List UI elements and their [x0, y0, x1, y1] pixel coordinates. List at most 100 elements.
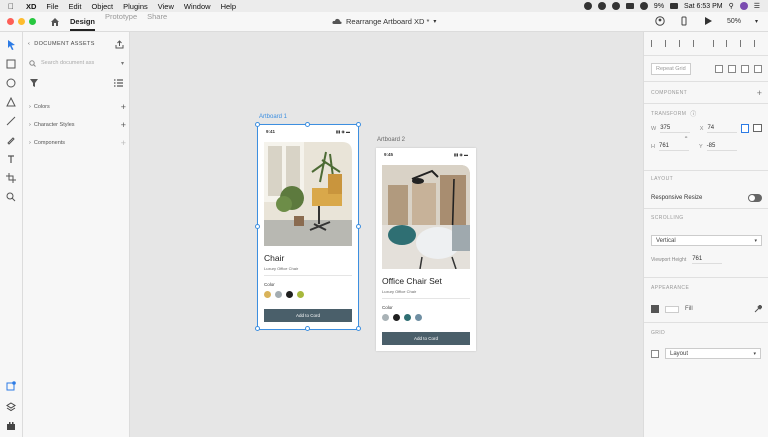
resize-handle[interactable]	[255, 224, 260, 229]
menu-object[interactable]: Object	[87, 2, 119, 11]
pen-tool-icon[interactable]	[5, 134, 17, 146]
align-middle-icon[interactable]	[726, 40, 734, 47]
resize-handle[interactable]	[255, 122, 260, 127]
plugins-panel-icon[interactable]	[5, 420, 17, 432]
apple-menu-icon[interactable]: 	[0, 2, 22, 11]
landscape-orientation-icon[interactable]	[753, 124, 762, 132]
menu-window[interactable]: Window	[180, 2, 217, 11]
repeat-grid-button[interactable]: Repeat Grid	[651, 63, 691, 75]
y-field[interactable]: -85	[706, 143, 737, 151]
line-tool-icon[interactable]	[5, 115, 17, 127]
design-canvas[interactable]: Artboard 1 9:41 ▮▮ ◉ ▬ Chair Luxury Offi…	[130, 32, 643, 437]
add-to-cart-button[interactable]: Add to Cord	[382, 332, 470, 345]
device-preview-icon[interactable]	[679, 16, 689, 26]
polygon-tool-icon[interactable]	[5, 96, 17, 108]
resize-handle[interactable]	[255, 326, 260, 331]
boolean-subtract-icon[interactable]	[728, 65, 736, 73]
home-icon[interactable]	[50, 17, 60, 27]
assets-section-components[interactable]: › Components +	[29, 138, 126, 148]
resize-handle[interactable]	[305, 122, 310, 127]
scroll-direction-select[interactable]: Vertical ▾	[651, 235, 762, 246]
assets-panel-icon[interactable]	[5, 380, 17, 392]
align-left-icon[interactable]	[651, 40, 659, 47]
filter-icon[interactable]	[30, 79, 38, 87]
status-cloud-icon[interactable]	[583, 2, 592, 10]
add-component-icon[interactable]: +	[757, 88, 762, 98]
status-dropbox-icon[interactable]	[597, 2, 606, 10]
lock-aspect-icon[interactable]: ⚭	[684, 135, 688, 141]
battery-icon[interactable]	[670, 3, 679, 9]
distribute-v-icon[interactable]	[754, 40, 762, 47]
distribute-h-icon[interactable]	[692, 40, 701, 47]
share-user-icon[interactable]	[655, 16, 665, 26]
rectangle-tool-icon[interactable]	[5, 58, 17, 70]
menu-help[interactable]: Help	[217, 2, 242, 11]
ellipse-tool-icon[interactable]	[5, 77, 17, 89]
width-field[interactable]: 375	[660, 125, 690, 133]
eyedropper-icon[interactable]	[754, 305, 762, 313]
add-component-icon[interactable]: +	[121, 138, 126, 148]
upload-icon[interactable]	[115, 40, 124, 49]
document-title[interactable]: Rearrange Artboard XD * ▾	[332, 17, 436, 26]
tab-prototype[interactable]: Prototype	[105, 12, 137, 31]
zoom-level[interactable]: 50%	[727, 18, 741, 25]
info-icon[interactable]: ⓘ	[690, 109, 696, 118]
tab-design[interactable]: Design	[70, 12, 96, 31]
list-view-icon[interactable]	[114, 79, 123, 87]
fill-checkbox[interactable]	[651, 305, 659, 313]
zoom-tool-icon[interactable]	[5, 191, 17, 203]
status-wifi-icon[interactable]	[639, 2, 648, 10]
search-icon[interactable]: ⚲	[729, 2, 734, 10]
viewport-height-field[interactable]: 761	[692, 256, 723, 264]
artboard-2[interactable]: 9:45 ▮▮ ◉ ▬ Office Chair Set Luxury Offi	[376, 148, 476, 351]
boolean-exclude-icon[interactable]	[754, 65, 762, 73]
add-character-style-icon[interactable]: +	[121, 120, 126, 130]
align-bottom-icon[interactable]	[740, 40, 748, 47]
status-display-icon[interactable]	[625, 3, 634, 9]
add-color-icon[interactable]: +	[121, 102, 126, 112]
user-icon[interactable]	[739, 2, 748, 10]
back-chevron-icon[interactable]: ‹	[28, 41, 30, 47]
clock[interactable]: Sat 6:53 PM	[684, 3, 723, 10]
align-top-icon[interactable]	[712, 40, 721, 47]
assets-search-input[interactable]: Search document ass	[41, 60, 94, 66]
menu-edit[interactable]: Edit	[65, 2, 88, 11]
x-field[interactable]: 74	[707, 125, 737, 133]
maximize-window-icon[interactable]	[29, 18, 36, 25]
close-window-icon[interactable]	[7, 18, 14, 25]
grid-checkbox[interactable]	[651, 349, 659, 358]
swatch-black[interactable]	[393, 314, 400, 321]
portrait-orientation-icon[interactable]	[741, 124, 749, 133]
artboard-tool-icon[interactable]	[5, 172, 17, 184]
menu-app-name[interactable]: XD	[22, 2, 42, 11]
layers-panel-icon[interactable]	[5, 401, 17, 413]
search-chevron-icon[interactable]: ▾	[121, 60, 124, 67]
grid-type-select[interactable]: Layout ▾	[665, 348, 761, 359]
artboard2-label[interactable]: Artboard 2	[377, 137, 405, 143]
boolean-add-icon[interactable]	[715, 65, 723, 73]
height-field[interactable]: 761	[658, 143, 689, 151]
menu-file[interactable]: File	[42, 2, 64, 11]
resize-handle[interactable]	[356, 122, 361, 127]
minimize-window-icon[interactable]	[18, 18, 25, 25]
boolean-intersect-icon[interactable]	[741, 65, 749, 73]
assets-section-colors[interactable]: › Colors +	[29, 102, 126, 112]
assets-section-character-styles[interactable]: › Character Styles +	[29, 120, 126, 130]
text-tool-icon[interactable]	[5, 153, 17, 165]
resize-handle[interactable]	[356, 224, 361, 229]
responsive-resize-toggle[interactable]	[748, 194, 762, 202]
menu-view[interactable]: View	[154, 2, 180, 11]
fill-color-swatch[interactable]	[665, 305, 679, 313]
play-icon[interactable]	[703, 16, 713, 26]
zoom-chevron-icon[interactable]: ▾	[755, 18, 758, 25]
resize-handle[interactable]	[305, 326, 310, 331]
control-center-icon[interactable]: ☰	[754, 2, 760, 10]
align-right-icon[interactable]	[678, 40, 687, 47]
select-tool-icon[interactable]	[5, 39, 17, 51]
swatch-gray[interactable]	[382, 314, 389, 321]
align-center-h-icon[interactable]	[664, 40, 673, 47]
swatch-teal[interactable]	[404, 314, 411, 321]
menu-plugins[interactable]: Plugins	[119, 2, 154, 11]
status-settings-icon[interactable]	[611, 2, 620, 10]
artboard1-label[interactable]: Artboard 1	[259, 114, 287, 120]
